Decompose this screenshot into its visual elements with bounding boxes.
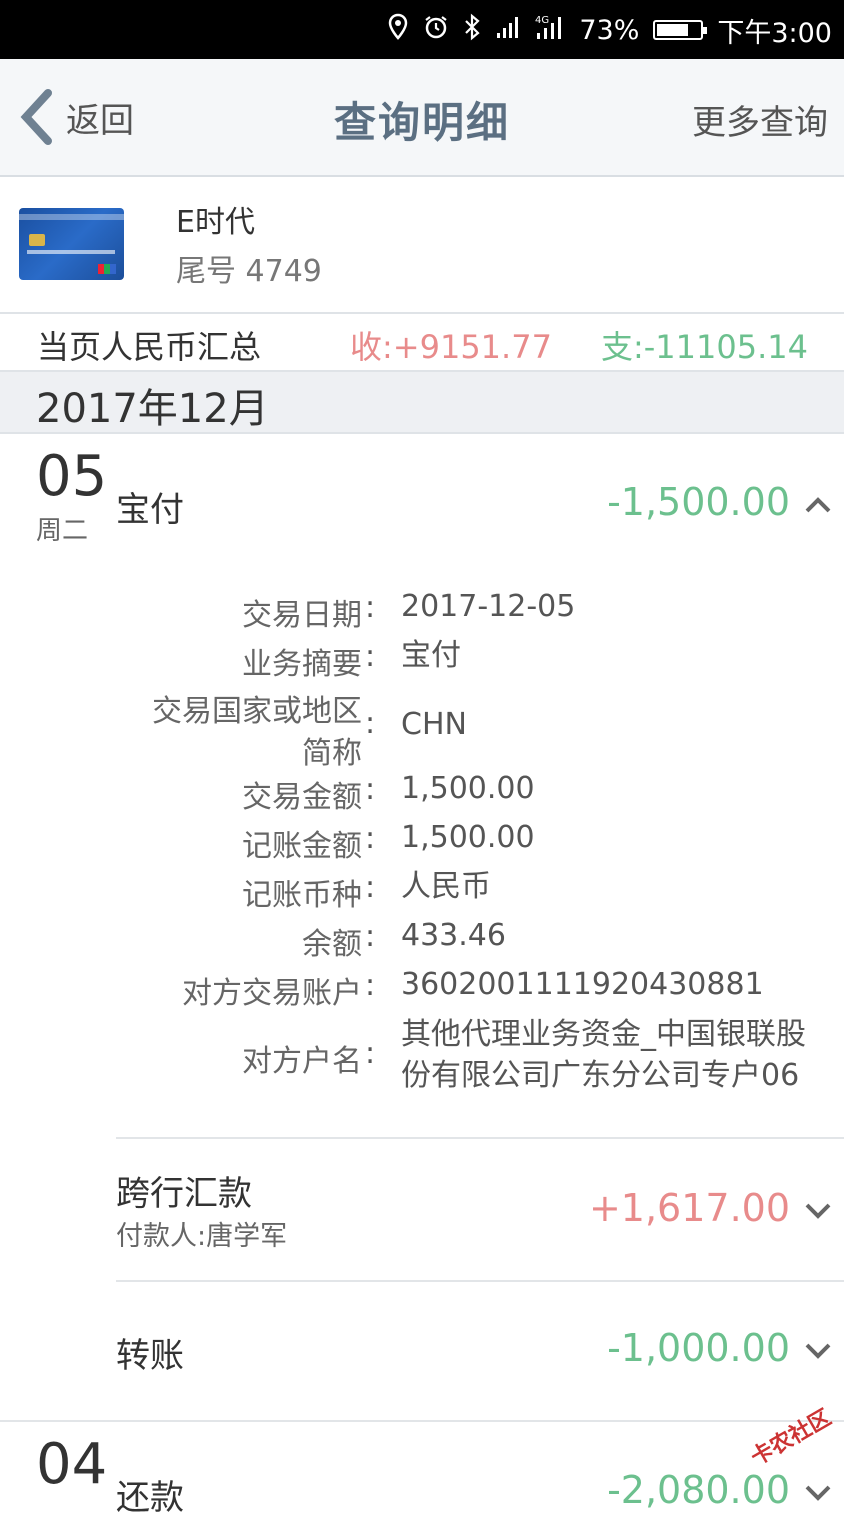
location-icon [387,13,409,48]
detail-key: 交易金额 [242,780,362,815]
detail-value: 3602001111920430881 [401,967,764,1002]
summary-income: 收:+9151.77 [350,328,552,366]
card-tail-number: 尾号 4749 [176,254,322,289]
divider [116,1137,844,1139]
detail-value: 433.46 [401,918,506,953]
transaction-row[interactable]: 跨行汇款 付款人:唐学军 +1,617.00 [0,1140,844,1280]
transaction-title: 还款 [116,1478,184,1518]
chevron-down-icon[interactable] [804,1484,832,1502]
card-info[interactable] [0,177,844,314]
nav-bar: 返回 查询明细 更多查询 [0,59,844,177]
detail-value: 1,500.00 [401,820,535,855]
summary-expense: 支:-11105.14 [600,328,808,366]
detail-key: 对方户名 [242,1044,362,1079]
detail-key: 交易日期 [242,598,362,633]
status-bar: 4G 73% 下午3:00 [0,0,844,59]
transaction-amount: +1,617.00 [588,1186,790,1230]
detail-key: 记账金额 [242,829,362,864]
detail-key: 交易国家或地区 [152,694,362,729]
transaction-title: 宝付 [116,490,184,530]
detail-value: 1,500.00 [401,771,535,806]
4g-signal-icon: 4G [535,13,565,48]
chevron-up-icon[interactable] [804,496,832,514]
card-name: E时代 [176,205,255,240]
chevron-down-icon[interactable] [804,1202,832,1220]
detail-value: 宝付 [401,638,461,673]
battery-icon [653,20,708,40]
detail-key-continued: 简称 [302,736,362,771]
svg-text:4G: 4G [535,15,549,26]
page-summary: 当页人民币汇总 收:+9151.77 支:-11105.14 [0,314,844,372]
clock: 下午3:00 [717,17,832,49]
detail-key: 记账币种 [242,878,362,913]
signal-icon [495,15,521,46]
detail-value: 人民币 [401,869,491,904]
transaction-amount: -1,500.00 [607,480,790,524]
detail-value: CHN [401,707,467,742]
detail-key: 余额 [302,927,362,962]
transaction-title: 转账 [116,1336,184,1376]
transaction-title: 跨行汇款 [116,1174,252,1214]
more-query-button[interactable]: 更多查询 [692,95,828,144]
transaction-row[interactable]: 转账 -1,000.00 [0,1282,844,1420]
bluetooth-icon [463,13,481,48]
battery-percent: 73% [579,14,640,46]
transaction-amount: -2,080.00 [607,1468,790,1512]
summary-label: 当页人民币汇总 [37,328,262,366]
detail-key: 对方交易账户 [182,976,362,1011]
month-label: 2017年12月 [36,386,269,432]
detail-value: 2017-12-05 [401,589,576,624]
transaction-row[interactable]: 宝付 -1,500.00 [0,440,844,550]
transaction-subtitle: 付款人:唐学军 [116,1221,288,1252]
transaction-row[interactable]: 还款 -2,080.00 [0,1422,844,1518]
detail-key: 业务摘要 [242,647,362,682]
chevron-down-icon[interactable] [804,1342,832,1360]
month-header: 2017年12月 [0,372,844,434]
transaction-amount: -1,000.00 [607,1326,790,1370]
detail-value: 其他代理业务资金_中国银联股份有限公司广东分公司专户06 [401,1017,806,1093]
alarm-icon [423,14,449,47]
bank-card-image [19,208,124,280]
